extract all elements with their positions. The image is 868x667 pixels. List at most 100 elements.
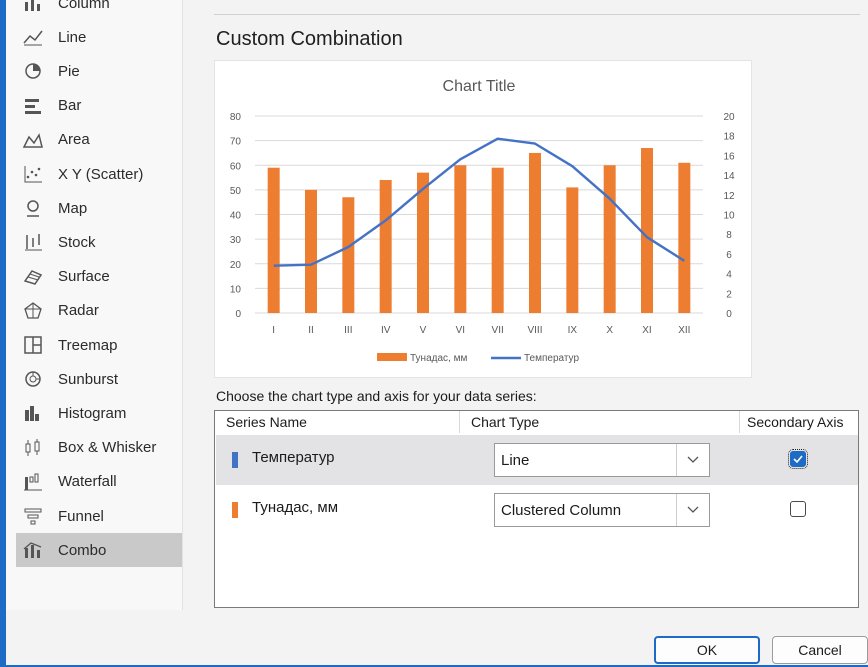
sidebar-item-sunburst[interactable]: Sunburst (16, 362, 182, 396)
histogram-chart-icon (22, 402, 44, 424)
bar (267, 167, 280, 313)
sidebar-item-label: Line (58, 28, 87, 46)
sidebar-item-label: Bar (58, 97, 82, 115)
bar (603, 165, 616, 313)
bar (566, 187, 579, 313)
y2-tick-label: 14 (723, 171, 735, 182)
sidebar-item-pie[interactable]: Pie (16, 54, 182, 88)
x-tick-label: III (344, 325, 352, 336)
chevron-down-icon[interactable] (687, 502, 699, 516)
sidebar-item-box-whisker[interactable]: Box & Whisker (16, 431, 182, 465)
sidebar-item-funnel[interactable]: Funnel (16, 499, 182, 533)
sidebar-item-area[interactable]: Area (16, 123, 182, 157)
series-row[interactable]: Тунадас, мм Clustered Column (216, 485, 858, 535)
sidebar-item-surface[interactable]: Surface (16, 260, 182, 294)
sidebar-item-label: Box & Whisker (58, 439, 157, 457)
page-title: Custom Combination (216, 28, 403, 50)
sidebar-item-bar[interactable]: Bar (16, 89, 182, 123)
column-separator (459, 411, 460, 433)
chart-type-dropdown[interactable]: Line (494, 443, 710, 477)
chart-type-dropdown[interactable]: Clustered Column (494, 493, 710, 527)
sidebar-item-waterfall[interactable]: Waterfall (16, 465, 182, 499)
column-header-series-name: Series Name (226, 414, 307, 430)
y-tick-label: 10 (230, 284, 242, 295)
legend-swatch-bar (377, 353, 407, 361)
chart-title: Chart Title (443, 78, 516, 95)
y-tick-label: 70 (230, 137, 242, 148)
funnel-chart-icon (22, 505, 44, 527)
surface-chart-icon (22, 266, 44, 288)
column-chart-icon (22, 0, 44, 14)
bar (379, 180, 392, 313)
y2-tick-label: 4 (726, 270, 732, 281)
sidebar-item-treemap[interactable]: Treemap (16, 328, 182, 362)
waterfall-chart-icon (22, 471, 44, 493)
sunburst-chart-icon (22, 368, 44, 390)
sidebar-item-label: Column (58, 0, 110, 12)
chart-type-value: Clustered Column (501, 502, 622, 519)
y2-tick-label: 20 (723, 112, 735, 123)
bar (529, 152, 541, 313)
chevron-down-icon[interactable] (687, 452, 699, 466)
y2-tick-label: 18 (723, 132, 735, 143)
ok-button[interactable]: OK (654, 636, 760, 664)
sidebar-item-label: Radar (58, 302, 99, 320)
y2-tick-label: 8 (726, 230, 732, 241)
divider (214, 14, 860, 15)
x-tick-label: IV (381, 325, 391, 336)
x-tick-label: V (420, 325, 427, 336)
sidebar-item-x-y-scatter[interactable]: X Y (Scatter) (16, 157, 182, 191)
series-name: Тунадас, мм (252, 499, 339, 516)
chart-preview: Chart Title 0 10 20 30 40 50 60 70 80 0 2 4 6 8 10 12 14 1… (214, 60, 752, 378)
series-color-swatch (232, 502, 238, 518)
bar-chart-icon (22, 95, 44, 117)
y-tick-label: 40 (230, 211, 242, 222)
sidebar-item-label: Combo (58, 541, 107, 559)
y-tick-label: 50 (230, 186, 242, 197)
sidebar-item-label: Area (58, 131, 90, 149)
bar (342, 197, 355, 313)
sidebar-item-label: Surface (58, 268, 110, 286)
y2-tick-label: 2 (726, 289, 732, 300)
series-row[interactable]: Температур Line (216, 435, 858, 485)
secondary-axis-checkbox[interactable] (790, 501, 806, 517)
radar-chart-icon (22, 300, 44, 322)
bar (305, 189, 317, 313)
area-chart-icon (22, 129, 44, 151)
sidebar-item-histogram[interactable]: Histogram (16, 396, 182, 430)
checkmark-icon (793, 455, 803, 464)
column-header-chart-type: Chart Type (471, 414, 540, 430)
dropdown-divider (676, 444, 677, 476)
sidebar-item-radar[interactable]: Radar (16, 294, 182, 328)
sidebar-item-column[interactable]: Column (16, 0, 182, 20)
bar (641, 148, 653, 313)
secondary-axis-checkbox[interactable] (788, 449, 808, 469)
y2-tick-label: 0 (726, 309, 732, 320)
sidebar-item-label: Stock (58, 233, 96, 251)
y-tick-label: 80 (230, 112, 242, 123)
x-tick-label: II (308, 325, 314, 336)
cancel-button[interactable]: Cancel (772, 636, 868, 664)
y2-tick-label: 12 (723, 191, 735, 202)
y-tick-label: 20 (230, 260, 242, 271)
x-tick-label: VIII (527, 325, 542, 336)
bar (491, 167, 504, 313)
sidebar-item-map[interactable]: Map (16, 191, 182, 225)
column-header-secondary-axis: Secondary Axis (747, 414, 844, 430)
sidebar-item-combo[interactable]: Combo (16, 533, 182, 568)
sidebar-item-label: Histogram (58, 404, 127, 422)
series-prompt: Choose the chart type and axis for your … (216, 388, 537, 404)
series-name: Температур (252, 449, 335, 466)
sidebar-item-line[interactable]: Line (16, 20, 182, 54)
bar (678, 162, 691, 313)
y2-tick-label: 10 (723, 211, 735, 222)
sidebar-item-label: Sunburst (58, 370, 119, 388)
sidebar-item-stock[interactable]: Stock (16, 225, 182, 259)
y2-tick-label: 6 (726, 250, 732, 261)
sidebar-item-label: Map (58, 199, 88, 217)
x-tick-label: X (606, 325, 613, 336)
x-tick-label: VI (456, 325, 465, 336)
x-tick-label: I (272, 325, 275, 336)
map-chart-icon (22, 197, 44, 219)
stock-chart-icon (22, 231, 44, 253)
